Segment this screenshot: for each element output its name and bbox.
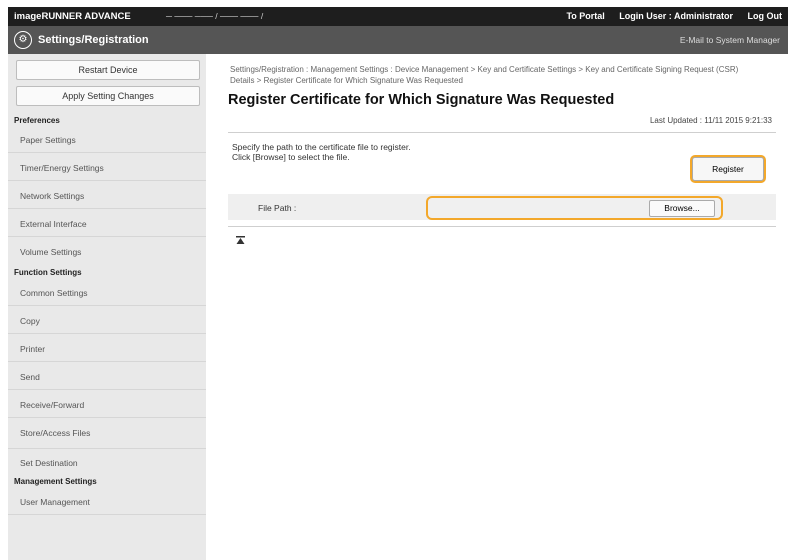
sidebar-item-common-settings[interactable]: Common Settings	[20, 288, 88, 298]
last-updated-text: Last Updated : 11/11 2015 9:21:33	[649, 116, 772, 125]
sidebar-divider	[8, 417, 206, 418]
sidebar-item-copy[interactable]: Copy	[20, 316, 40, 326]
divider	[228, 226, 776, 227]
sidebar-divider	[8, 333, 206, 334]
file-path-input[interactable]	[436, 202, 646, 214]
sidebar-item-timer-energy-settings[interactable]: Timer/Energy Settings	[20, 163, 104, 173]
register-button[interactable]: Register	[692, 157, 764, 181]
app-title: Settings/Registration	[38, 34, 149, 46]
sidebar-divider	[8, 448, 206, 449]
file-path-label: File Path :	[258, 203, 297, 213]
sidebar-heading-function-settings: Function Settings	[14, 268, 82, 277]
sidebar-item-set-destination[interactable]: Set Destination	[20, 458, 78, 468]
sidebar-divider	[8, 305, 206, 306]
to-portal-link[interactable]: To Portal	[566, 11, 604, 21]
restart-device-button[interactable]: Restart Device	[16, 60, 200, 80]
sidebar-divider	[8, 208, 206, 209]
title-bar: ⚙ Settings/Registration E-Mail to System…	[8, 26, 788, 54]
sidebar-divider	[8, 514, 206, 515]
sidebar-item-receive-forward[interactable]: Receive/Forward	[20, 400, 84, 410]
sidebar: Restart Device Apply Setting Changes Pre…	[8, 54, 206, 560]
sidebar-divider	[8, 236, 206, 237]
apply-setting-changes-button[interactable]: Apply Setting Changes	[16, 86, 200, 106]
device-name: ─ ─── ─── / ─── ─── /	[166, 11, 264, 21]
divider	[228, 132, 776, 133]
settings-gear-icon: ⚙	[14, 31, 32, 49]
page-title: Register Certificate for Which Signature…	[228, 92, 615, 108]
sidebar-item-store-access-files[interactable]: Store/Access Files	[20, 428, 90, 438]
sidebar-heading-preferences: Preferences	[14, 116, 60, 125]
sidebar-item-volume-settings[interactable]: Volume Settings	[20, 247, 81, 257]
sidebar-divider	[8, 180, 206, 181]
login-user-text: Login User : Administrator	[619, 11, 733, 21]
main-content: Settings/Registration : Management Setti…	[206, 54, 788, 560]
sidebar-divider	[8, 361, 206, 362]
sidebar-divider	[8, 152, 206, 153]
instruction-text: Specify the path to the certificate file…	[232, 142, 411, 162]
sidebar-item-paper-settings[interactable]: Paper Settings	[20, 135, 76, 145]
top-arrow-icon-graphic	[236, 236, 245, 244]
log-out-link[interactable]: Log Out	[748, 11, 783, 21]
instruction-line-1: Specify the path to the certificate file…	[232, 142, 411, 152]
sidebar-item-external-interface[interactable]: External Interface	[20, 219, 87, 229]
app-window: imageRUNNER ADVANCE ─ ─── ─── / ─── ─── …	[8, 7, 788, 560]
sidebar-divider	[8, 389, 206, 390]
instruction-line-2: Click [Browse] to select the file.	[232, 152, 350, 162]
top-arrow-icon[interactable]	[236, 236, 245, 247]
breadcrumb: Settings/Registration : Management Setti…	[230, 65, 739, 85]
file-path-field: Browse...	[428, 198, 721, 218]
brand-name: imageRUNNER ADVANCE	[14, 11, 131, 22]
top-bar: imageRUNNER ADVANCE ─ ─── ─── / ─── ─── …	[8, 7, 788, 26]
sidebar-item-user-management[interactable]: User Management	[20, 497, 90, 507]
top-links: To Portal Login User : Administrator Log…	[554, 11, 782, 21]
browse-button[interactable]: Browse...	[649, 200, 715, 217]
sidebar-item-network-settings[interactable]: Network Settings	[20, 191, 84, 201]
sidebar-item-printer[interactable]: Printer	[20, 344, 45, 354]
email-system-manager-link[interactable]: E-Mail to System Manager	[680, 35, 780, 45]
sidebar-heading-management-settings: Management Settings	[14, 477, 97, 486]
sidebar-item-send[interactable]: Send	[20, 372, 40, 382]
